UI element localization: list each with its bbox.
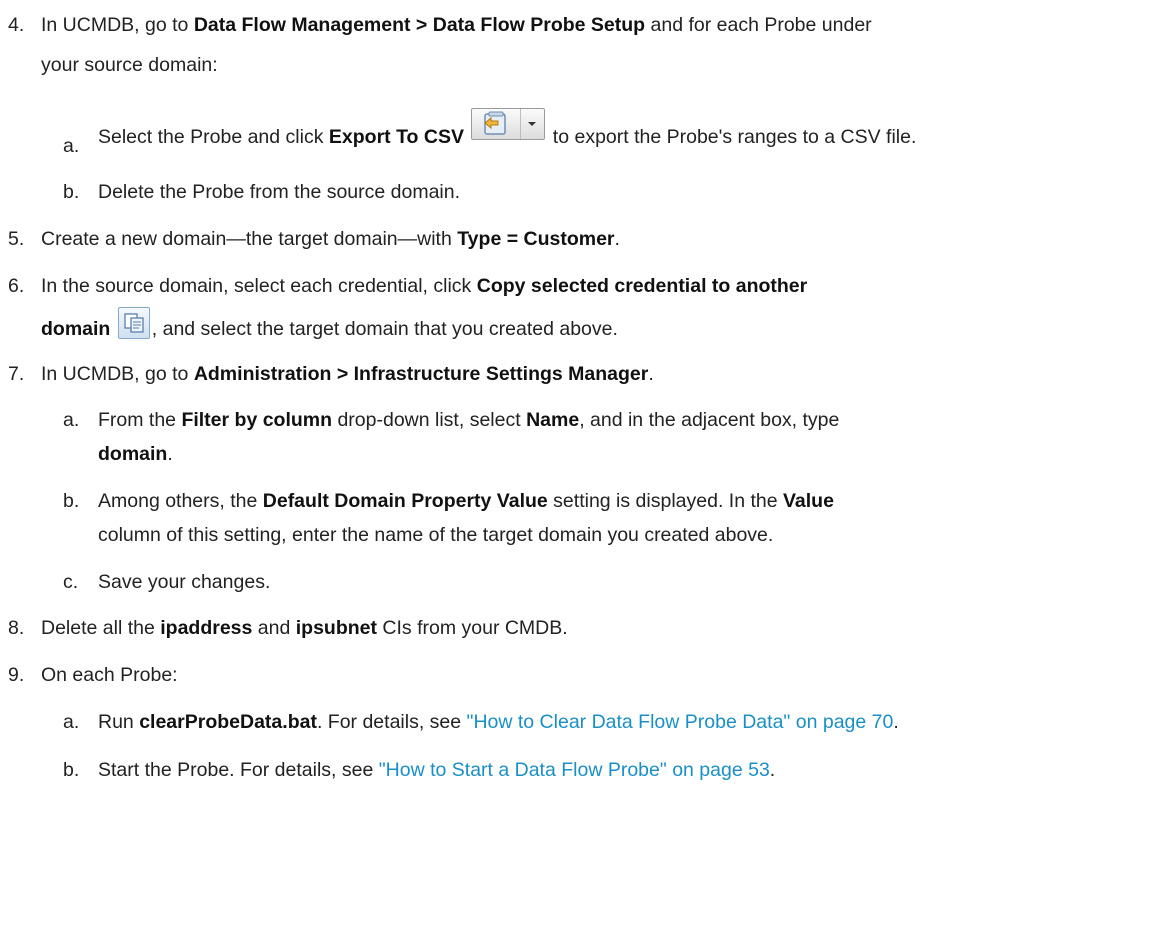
step-4a-text: Select the Probe and click Export To CSV… <box>98 108 917 156</box>
step-7-number: 7. <box>8 363 25 385</box>
step-7a-t2: drop-down list, select <box>332 409 527 431</box>
step-9b-letter: b. <box>63 759 80 781</box>
step-7-text: In UCMDB, go to Administration > Infrast… <box>41 361 654 387</box>
step-7a-t1: From the <box>98 409 182 431</box>
copy-credential-icon <box>117 307 150 339</box>
step-5-text-b: . <box>614 228 620 250</box>
step-4b-text: Delete the Probe from the source domain. <box>98 181 461 203</box>
step-7-text-b: . <box>648 363 654 385</box>
step-9a-text: Run clearProbeData.bat. For details, see… <box>98 709 899 735</box>
step-4-text-line2: your source domain: <box>41 54 218 76</box>
step-7b-t1: Among others, the <box>98 490 263 512</box>
step-7b-text: Among others, the Default Domain Propert… <box>98 488 834 514</box>
copy-credential-button[interactable] <box>116 307 152 347</box>
export-to-csv-icon <box>472 109 522 139</box>
step-7b-letter: b. <box>63 490 80 512</box>
step-4a-text-a: Select the Probe and click <box>98 126 329 149</box>
step-5-number: 5. <box>8 228 25 250</box>
step-6-text: In the source domain, select each creden… <box>41 273 807 299</box>
step-7a-text: From the Filter by column drop-down list… <box>98 407 839 433</box>
step-4a-export-label: Export To CSV <box>328 126 464 149</box>
step-8-t1: Delete all the <box>41 617 161 639</box>
step-5-text-a: Create a new domain—the target domain—wi… <box>41 228 458 250</box>
chevron-down-icon <box>521 109 543 139</box>
step-9b-text: Start the Probe. For details, see "How t… <box>98 757 775 783</box>
step-5-type: Type = Customer <box>457 228 615 250</box>
step-4-text-b: and for each Probe under <box>645 14 872 36</box>
step-9a-letter: a. <box>63 711 80 733</box>
step-6-text-b: , and select the target domain that you … <box>151 318 618 341</box>
step-8-number: 8. <box>8 617 25 639</box>
step-7b-value: Value <box>782 490 834 512</box>
step-6-text-a: In the source domain, select each creden… <box>41 275 477 297</box>
step-4b-letter: b. <box>63 181 80 203</box>
step-7b-default-domain: Default Domain Property Value <box>262 490 548 512</box>
step-7a-t4: . <box>167 443 173 465</box>
step-9a-t2: . For details, see <box>316 711 467 733</box>
step-7c-letter: c. <box>63 571 79 593</box>
step-4-text: In UCMDB, go to Data Flow Management > D… <box>41 12 872 38</box>
step-7-menu-path: Administration > Infrastructure Settings… <box>193 363 649 385</box>
step-7a-letter: a. <box>63 409 80 431</box>
step-9a-t3: . <box>893 711 899 733</box>
step-6-copy-label-2: domain <box>41 318 111 341</box>
step-8-t3: CIs from your CMDB. <box>377 617 568 639</box>
step-9-number: 9. <box>8 664 25 686</box>
clear-probe-data-link[interactable]: "How to Clear Data Flow Probe Data" on p… <box>467 711 894 733</box>
step-7c-text: Save your changes. <box>98 571 271 593</box>
step-9a-t1: Run <box>98 711 140 733</box>
step-7b-text-line2: column of this setting, enter the name o… <box>98 524 774 546</box>
step-6-copy-label: Copy selected credential to another <box>476 275 808 297</box>
step-8-ipsubnet: ipsubnet <box>295 617 377 639</box>
step-6-text-line2: domain , and select the target domain th… <box>41 307 618 347</box>
step-7b-t2: setting is displayed. In the <box>547 490 783 512</box>
step-7a-filter: Filter by column <box>181 409 333 431</box>
step-8-t2: and <box>252 617 296 639</box>
step-9-text: On each Probe: <box>41 664 178 686</box>
step-4-text-a: In UCMDB, go to <box>41 14 194 36</box>
step-4-number: 4. <box>8 14 25 36</box>
step-8-text: Delete all the ipaddress and ipsubnet CI… <box>41 615 568 641</box>
step-8-ipaddress: ipaddress <box>160 617 253 639</box>
step-7-text-a: In UCMDB, go to <box>41 363 194 385</box>
step-9b-t2: . <box>769 759 776 781</box>
step-6-number: 6. <box>8 275 25 297</box>
step-7a-domain: domain <box>98 443 168 465</box>
start-probe-link[interactable]: "How to Start a Data Flow Probe" on page… <box>379 759 770 781</box>
step-5-text: Create a new domain—the target domain—wi… <box>41 226 620 252</box>
step-4a-letter: a. <box>63 135 80 157</box>
step-9a-script: clearProbeData.bat <box>139 711 317 733</box>
step-7a-text-line2: domain. <box>98 441 173 467</box>
export-to-csv-button[interactable] <box>469 108 547 156</box>
step-4a-text-b: to export the Probe's ranges to a CSV fi… <box>552 126 917 149</box>
step-9b-t1: Start the Probe. For details, see <box>98 759 379 781</box>
step-7a-t3: , and in the adjacent box, type <box>579 409 840 431</box>
step-7a-name: Name <box>526 409 580 431</box>
step-4-menu-path: Data Flow Management > Data Flow Probe S… <box>193 14 646 36</box>
